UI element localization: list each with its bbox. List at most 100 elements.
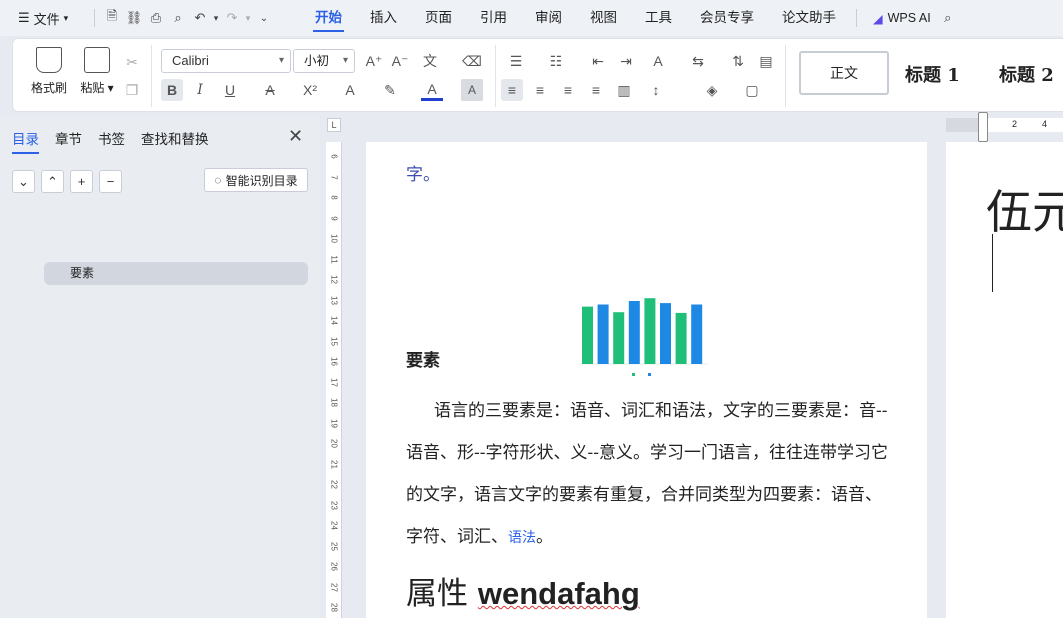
undo-dropdown-icon[interactable]: ▾ <box>211 7 221 29</box>
copy-icon[interactable]: ❐ <box>121 79 143 101</box>
underline-icon[interactable]: U <box>219 79 241 101</box>
vertical-ruler: 6 7 8 9 10 11 12 13 14 15 16 17 18 19 20 21 22 23 24 25 26 27… <box>326 142 342 618</box>
ribbon: 格式刷 粘贴 ▾ ✂ ❐ Calibri ▾ 小初 ▾ A⁺ A⁻ 文 ⌫ B … <box>12 38 1063 112</box>
chevron-down-icon[interactable]: ⌄ <box>12 170 35 193</box>
shrink-font-icon[interactable]: A⁻ <box>389 50 411 72</box>
char-shading-icon[interactable]: A <box>461 79 483 101</box>
superscript-icon[interactable]: X² <box>299 79 321 101</box>
style-heading-1[interactable]: 标题 1 <box>905 61 960 87</box>
align-left-icon[interactable]: ≡ <box>501 79 523 101</box>
nav-tab-find-replace[interactable]: 查找和替换 <box>141 128 209 154</box>
strikethrough-icon[interactable]: A <box>259 79 281 101</box>
ruler-number: 28 <box>329 603 339 612</box>
wps-ai-button[interactable]: ◢ WPS AI <box>873 11 931 26</box>
close-icon[interactable]: ✕ <box>288 126 303 147</box>
tab-member[interactable]: 会员专享 <box>686 0 768 36</box>
paste-button[interactable]: 粘贴 ▾ <box>75 47 119 96</box>
style-normal[interactable]: 正文 <box>799 51 889 95</box>
redo-dropdown-icon[interactable]: ▾ <box>243 7 253 29</box>
smart-icon: ◌ <box>214 173 222 187</box>
italic-icon[interactable]: I <box>189 79 211 101</box>
line-break-icon[interactable]: ⇆ <box>687 50 709 72</box>
ruler-number: 25 <box>329 541 339 551</box>
document-page[interactable]: 字。 要素 语言的三要素是：语音、词汇和语法，文字的三要素是：音--语音、形--… <box>366 142 927 618</box>
decrease-indent-icon[interactable]: ⇤ <box>587 50 609 72</box>
border-icon[interactable]: ▢ <box>741 79 763 101</box>
phonetic-guide-icon[interactable]: 文 <box>419 50 441 72</box>
more-chevron-icon[interactable]: ⌄ <box>253 7 275 29</box>
paragraph-link[interactable]: 语法 <box>508 530 536 546</box>
file-menu[interactable]: ☰ 文件 ▾ <box>0 9 88 28</box>
text-effect-icon[interactable]: A <box>339 79 361 101</box>
wps-ai-label: WPS AI <box>887 11 931 25</box>
chart-bar <box>660 303 671 364</box>
font-name-select[interactable]: Calibri ▾ <box>161 49 291 73</box>
legend-swatch <box>632 373 635 376</box>
tab-view[interactable]: 视图 <box>576 0 631 36</box>
paste-label: 粘贴 ▾ <box>80 81 114 95</box>
legend-swatch <box>648 373 651 376</box>
nav-tab-toc[interactable]: 目录 <box>12 128 39 154</box>
ruler-number: 14 <box>329 316 339 325</box>
nav-tab-bookmarks[interactable]: 书签 <box>98 128 125 154</box>
format-painter-icon <box>36 47 62 73</box>
page2-heading: 伍元 <box>986 185 1063 239</box>
wps-ai-icon: ◢ <box>873 11 883 26</box>
show-marks-icon[interactable]: ▤ <box>755 50 777 72</box>
chart-bar <box>628 301 640 364</box>
indent-marker[interactable] <box>978 112 988 142</box>
font-size-select[interactable]: 小初 ▾ <box>293 49 355 73</box>
tab-references[interactable]: 引用 <box>466 0 521 36</box>
ruler-tab-selector[interactable]: L <box>327 118 341 132</box>
save-icon[interactable]: 🗎 <box>101 7 123 29</box>
toc-toolbar: ⌄ ⌃ + − <box>12 170 122 193</box>
ribbon-tabs: 开始 插入 页面 引用 审阅 视图 工具 会员专享 论文助手 <box>301 0 850 36</box>
separator <box>151 45 152 107</box>
separator <box>785 45 786 107</box>
plus-icon[interactable]: + <box>70 170 93 193</box>
separator <box>856 9 857 27</box>
sort-icon[interactable]: ⇅ <box>727 50 749 72</box>
smart-toc-button[interactable]: ◌ 智能识别目录 <box>204 168 308 192</box>
tab-home[interactable]: 开始 <box>301 0 356 36</box>
tab-tools[interactable]: 工具 <box>631 0 686 36</box>
style-heading-2[interactable]: 标题 2 <box>999 61 1054 87</box>
bullet-list-icon[interactable]: ☰ <box>505 50 527 72</box>
tab-thesis[interactable]: 论文助手 <box>768 0 850 36</box>
grow-font-icon[interactable]: A⁺ <box>363 50 385 72</box>
ruler-number: 11 <box>329 254 339 264</box>
nav-tab-sections[interactable]: 章节 <box>55 128 82 154</box>
numbered-list-icon[interactable]: ☷ <box>545 50 567 72</box>
distribute-icon[interactable]: ▥ <box>613 79 635 101</box>
text-direction-icon[interactable]: A <box>647 50 669 72</box>
align-center-icon[interactable]: ≡ <box>529 79 551 101</box>
tab-insert[interactable]: 插入 <box>356 0 411 36</box>
link-icon[interactable]: ⛓ <box>123 7 145 29</box>
align-right-icon[interactable]: ≡ <box>557 79 579 101</box>
shading-icon[interactable]: ◈ <box>701 79 723 101</box>
increase-indent-icon[interactable]: ⇥ <box>615 50 637 72</box>
separator <box>495 45 496 107</box>
highlight-icon[interactable]: ✎ <box>379 79 401 101</box>
document-page-2[interactable]: 伍元 <box>946 142 1063 618</box>
redo-icon[interactable]: ↷ <box>221 7 243 29</box>
bold-icon[interactable]: B <box>161 79 183 101</box>
line-spacing-icon[interactable]: ↕ <box>645 79 667 101</box>
bar-chart[interactable] <box>578 290 710 380</box>
ruler-number: 18 <box>329 398 339 407</box>
paragraph-text: 语言的三要素是：语音、词汇和语法，文字的三要素是：音--语音、形--字符形状、义… <box>406 401 888 547</box>
minus-icon[interactable]: − <box>99 170 122 193</box>
tab-review[interactable]: 审阅 <box>521 0 576 36</box>
chevron-up-icon[interactable]: ⌃ <box>41 170 64 193</box>
tab-page[interactable]: 页面 <box>411 0 466 36</box>
justify-icon[interactable]: ≡ <box>585 79 607 101</box>
print-preview-icon[interactable]: ⌕ <box>167 7 189 29</box>
undo-icon[interactable]: ↶ <box>189 7 211 29</box>
toc-item[interactable]: 要素 <box>44 262 308 285</box>
font-color-icon[interactable]: A <box>421 79 443 101</box>
cut-icon[interactable]: ✂ <box>121 51 143 73</box>
clear-format-icon[interactable]: ⌫ <box>461 50 483 72</box>
print-icon[interactable]: ⎙ <box>145 7 167 29</box>
format-painter-button[interactable]: 格式刷 <box>27 47 71 96</box>
search-icon[interactable]: ⌕ <box>937 7 959 29</box>
